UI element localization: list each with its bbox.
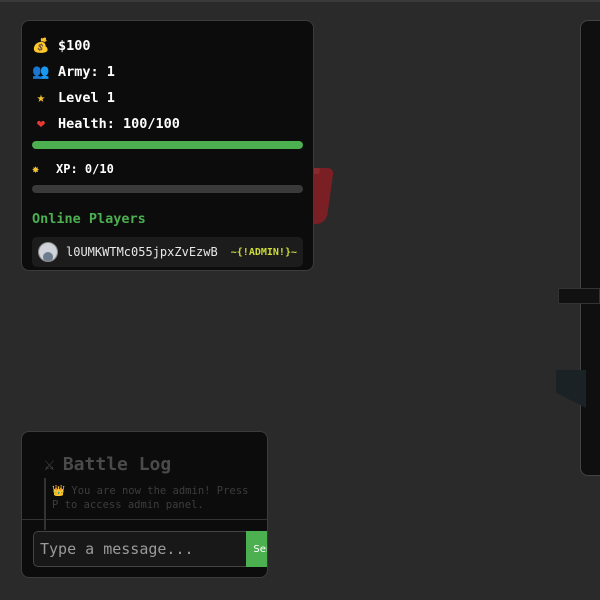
send-button[interactable]: Send bbox=[246, 531, 267, 567]
online-players-title: Online Players bbox=[32, 211, 146, 227]
admin-badge: ~{!ADMIN!}~ bbox=[230, 246, 297, 258]
stats-panel: 💰 $100 👥 Army: 1 ★ Level 1 ❤ Health: 100… bbox=[21, 20, 314, 271]
level-stat: ★ Level 1 bbox=[32, 85, 303, 111]
xp-stat: ✸ XP: 0/10 bbox=[32, 157, 303, 181]
player-name: l0UMKWTMc055jpxZvEzwB bbox=[66, 245, 218, 259]
battle-log-panel: ⚔ Battle Log 👑 You are now the admin! Pr… bbox=[21, 431, 268, 578]
log-divider bbox=[22, 519, 267, 520]
chat-input[interactable] bbox=[33, 531, 246, 567]
heart-icon: ❤ bbox=[36, 116, 46, 132]
money-bag-icon: 💰 bbox=[32, 38, 50, 54]
battle-log-title: ⚔ Battle Log bbox=[44, 454, 171, 475]
xp-bar bbox=[32, 185, 303, 193]
army-value: Army: 1 bbox=[58, 64, 115, 80]
money-value: $100 bbox=[58, 38, 91, 54]
people-icon: 👥 bbox=[32, 64, 50, 80]
health-bar bbox=[32, 141, 303, 149]
player-card[interactable]: l0UMKWTMc055jpxZvEzwB ~{!ADMIN!}~ bbox=[32, 237, 303, 267]
log-divider-vertical bbox=[44, 478, 46, 530]
crossed-swords-icon: ⚔ bbox=[44, 454, 55, 475]
top-edge bbox=[0, 0, 600, 2]
money-stat: 💰 $100 bbox=[32, 33, 303, 59]
xp-value: XP: 0/10 bbox=[56, 162, 114, 176]
star-icon: ★ bbox=[36, 90, 46, 106]
unit-tag bbox=[558, 288, 600, 304]
sparkle-star-icon: ✸ bbox=[32, 162, 40, 176]
avatar bbox=[38, 242, 58, 262]
battle-log-title-text: Battle Log bbox=[62, 454, 172, 475]
log-message: 👑 You are now the admin! Press P to acce… bbox=[52, 485, 249, 511]
health-bar-fill bbox=[32, 141, 303, 149]
terrain-shape bbox=[556, 370, 586, 408]
health-value: Health: 100/100 bbox=[58, 116, 180, 132]
side-panel bbox=[580, 20, 600, 476]
health-stat: ❤ Health: 100/100 bbox=[32, 111, 303, 137]
army-stat: 👥 Army: 1 bbox=[32, 59, 303, 85]
level-value: Level 1 bbox=[58, 90, 115, 106]
